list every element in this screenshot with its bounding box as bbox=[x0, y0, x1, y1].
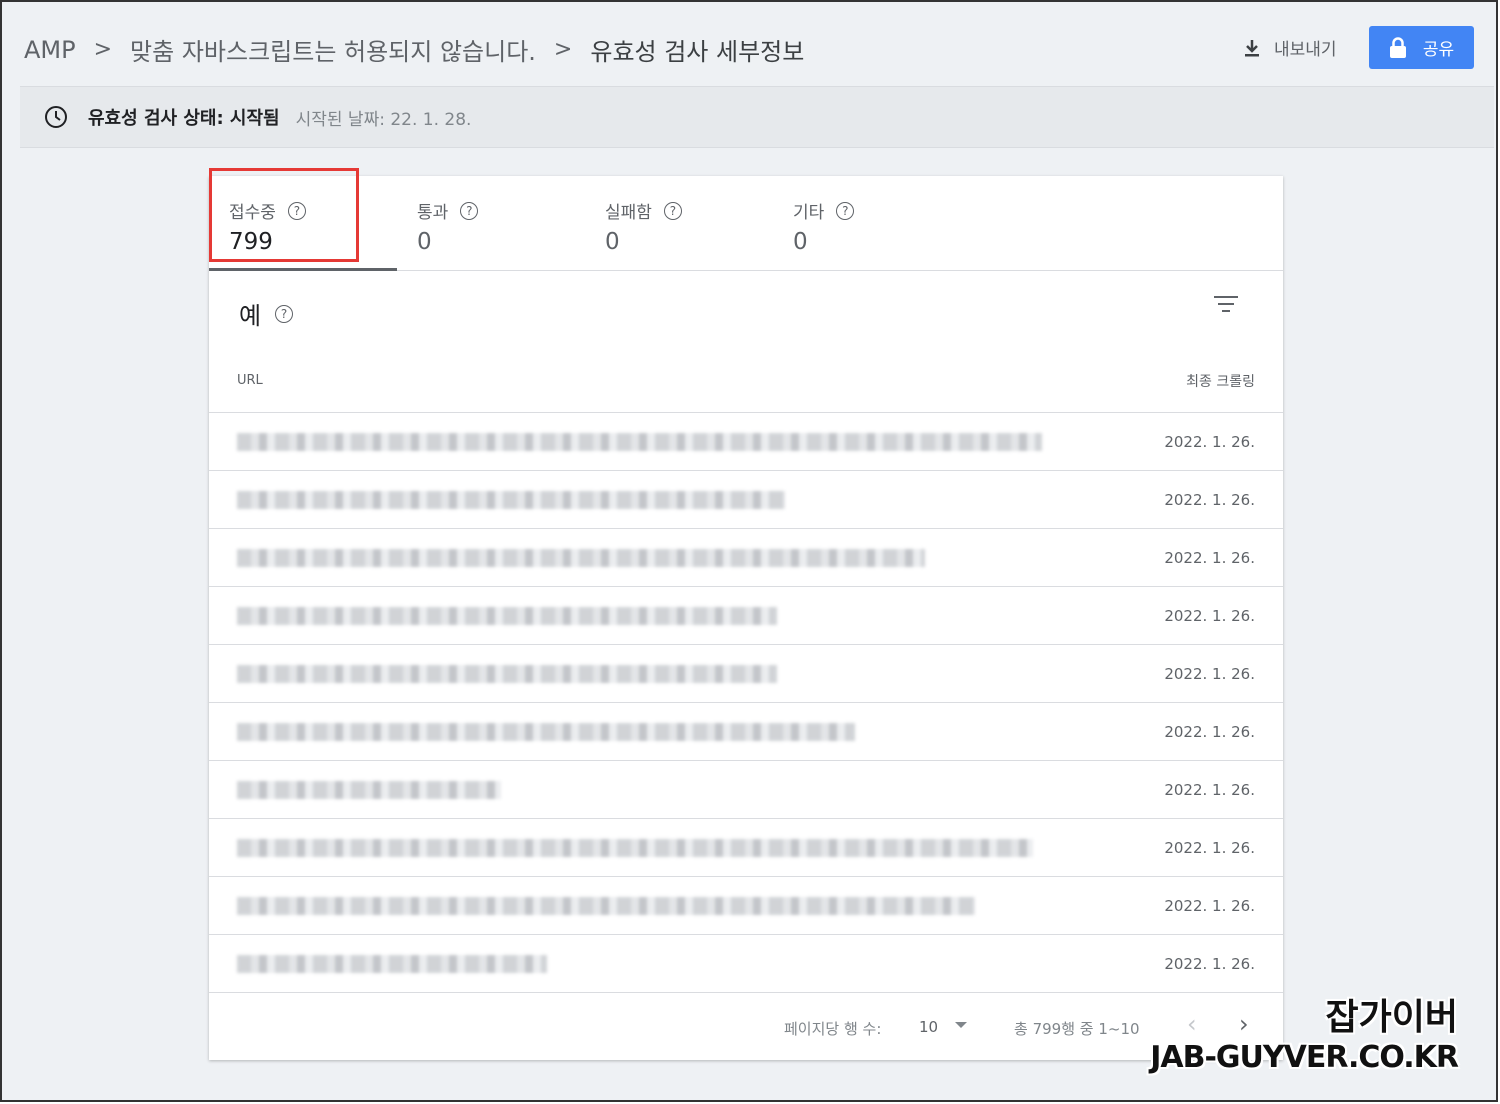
tab-label: 접수중 bbox=[229, 203, 276, 223]
app-frame: AMP > 맞춤 자바스크립트는 허용되지 않습니다. > 유효성 검사 세부정… bbox=[0, 0, 1498, 1102]
table-row[interactable]: 2022. 1. 26. bbox=[209, 935, 1283, 993]
tab-label: 기타 bbox=[793, 203, 825, 223]
url-redacted bbox=[237, 839, 1033, 857]
page-range: 총 799행 중 1~10 bbox=[1014, 1020, 1140, 1038]
column-last-crawl[interactable]: 최종 크롤링 bbox=[1186, 371, 1255, 391]
filter-icon[interactable] bbox=[1213, 296, 1239, 317]
chevron-right-icon: > bbox=[93, 37, 113, 62]
last-crawl: 2022. 1. 26. bbox=[1164, 839, 1255, 857]
table-header: URL 최종 크롤링 bbox=[209, 361, 1283, 413]
pagination: 페이지당 행 수: 10 총 799행 중 1~10 ‹ › bbox=[209, 996, 1283, 1060]
watermark: 잡가이버 JAB-GUYVER.CO.KR bbox=[1150, 988, 1459, 1075]
url-redacted bbox=[237, 433, 1042, 451]
tab-pending[interactable]: 접수중? 799 bbox=[229, 198, 399, 255]
help-icon[interactable]: ? bbox=[460, 201, 479, 220]
help-icon[interactable]: ? bbox=[836, 201, 855, 220]
table-row[interactable]: 2022. 1. 26. bbox=[209, 703, 1283, 761]
url-redacted bbox=[237, 607, 777, 625]
tab-count: 799 bbox=[229, 229, 273, 255]
last-crawl: 2022. 1. 26. bbox=[1164, 607, 1255, 625]
breadcrumb-issue[interactable]: 맞춤 자바스크립트는 허용되지 않습니다. bbox=[130, 32, 536, 67]
url-redacted bbox=[237, 897, 975, 915]
table-row[interactable]: 2022. 1. 26. bbox=[209, 471, 1283, 529]
table-row[interactable]: 2022. 1. 26. bbox=[209, 645, 1283, 703]
url-redacted bbox=[237, 491, 785, 509]
top-bar: AMP > 맞춤 자바스크립트는 허용되지 않습니다. > 유효성 검사 세부정… bbox=[2, 2, 1496, 86]
last-crawl: 2022. 1. 26. bbox=[1164, 549, 1255, 567]
share-button[interactable]: 공유 bbox=[1369, 26, 1474, 69]
table-row[interactable]: 2022. 1. 26. bbox=[209, 413, 1283, 471]
url-redacted bbox=[237, 549, 925, 567]
tab-failed[interactable]: 실패함? 0 bbox=[605, 198, 775, 255]
clock-icon bbox=[45, 106, 67, 128]
lock-icon bbox=[1389, 36, 1406, 58]
url-redacted bbox=[237, 723, 855, 741]
examples-header: 예 ? bbox=[239, 296, 294, 331]
last-crawl: 2022. 1. 26. bbox=[1164, 781, 1255, 799]
tab-other[interactable]: 기타? 0 bbox=[793, 198, 963, 255]
tab-label: 실패함 bbox=[605, 203, 652, 223]
help-icon[interactable]: ? bbox=[287, 201, 306, 220]
examples-title: 예 bbox=[239, 302, 262, 330]
last-crawl: 2022. 1. 26. bbox=[1164, 665, 1255, 683]
breadcrumb-amp[interactable]: AMP bbox=[24, 36, 76, 64]
validation-status: 유효성 검사 상태: 시작됨 bbox=[88, 108, 280, 129]
tab-count: 0 bbox=[793, 229, 808, 255]
validation-status-bar: 유효성 검사 상태: 시작됨 시작된 날짜: 22. 1. 28. bbox=[20, 86, 1494, 148]
share-label: 공유 bbox=[1422, 40, 1455, 60]
url-redacted bbox=[237, 955, 547, 973]
column-url[interactable]: URL bbox=[237, 373, 263, 388]
status-tabs: 접수중? 799 통과? 0 실패함? 0 기타? 0 bbox=[209, 168, 1283, 271]
breadcrumb: AMP > 맞춤 자바스크립트는 허용되지 않습니다. > 유효성 검사 세부정… bbox=[24, 32, 804, 67]
download-icon bbox=[1245, 39, 1259, 56]
rows-per-page-label: 페이지당 행 수: bbox=[784, 1020, 882, 1038]
last-crawl: 2022. 1. 26. bbox=[1164, 433, 1255, 451]
table-row[interactable]: 2022. 1. 26. bbox=[209, 877, 1283, 935]
watermark-line2: JAB-GUYVER.CO.KR bbox=[1150, 1040, 1459, 1075]
export-button[interactable]: 내보내기 bbox=[1242, 35, 1337, 60]
active-tab-indicator bbox=[209, 268, 397, 271]
last-crawl: 2022. 1. 26. bbox=[1164, 955, 1255, 973]
url-redacted bbox=[237, 781, 501, 799]
table-row[interactable]: 2022. 1. 26. bbox=[209, 529, 1283, 587]
table-row[interactable]: 2022. 1. 26. bbox=[209, 761, 1283, 819]
tab-count: 0 bbox=[417, 229, 432, 255]
start-date: 시작된 날짜: 22. 1. 28. bbox=[295, 109, 472, 130]
help-icon[interactable]: ? bbox=[663, 201, 682, 220]
details-card: 접수중? 799 통과? 0 실패함? 0 기타? 0 예 ? URL 최종 크… bbox=[209, 168, 1283, 1060]
tab-label: 통과 bbox=[417, 203, 449, 223]
watermark-line1: 잡가이버 bbox=[1325, 997, 1458, 1038]
url-redacted bbox=[237, 665, 777, 683]
export-label: 내보내기 bbox=[1274, 40, 1337, 60]
last-crawl: 2022. 1. 26. bbox=[1164, 491, 1255, 509]
examples-table: 2022. 1. 26. 2022. 1. 26. 2022. 1. 26. 2… bbox=[209, 413, 1283, 993]
tab-passed[interactable]: 통과? 0 bbox=[417, 198, 587, 255]
table-row[interactable]: 2022. 1. 26. bbox=[209, 587, 1283, 645]
tab-count: 0 bbox=[605, 229, 620, 255]
last-crawl: 2022. 1. 26. bbox=[1164, 897, 1255, 915]
last-crawl: 2022. 1. 26. bbox=[1164, 723, 1255, 741]
dropdown-arrow-icon[interactable] bbox=[955, 1022, 967, 1028]
chevron-right-icon: > bbox=[553, 37, 573, 62]
help-icon[interactable]: ? bbox=[275, 304, 294, 323]
table-row[interactable]: 2022. 1. 26. bbox=[209, 819, 1283, 877]
breadcrumb-current: 유효성 검사 세부정보 bbox=[590, 38, 805, 66]
rows-per-page-select[interactable]: 10 bbox=[919, 1018, 938, 1036]
